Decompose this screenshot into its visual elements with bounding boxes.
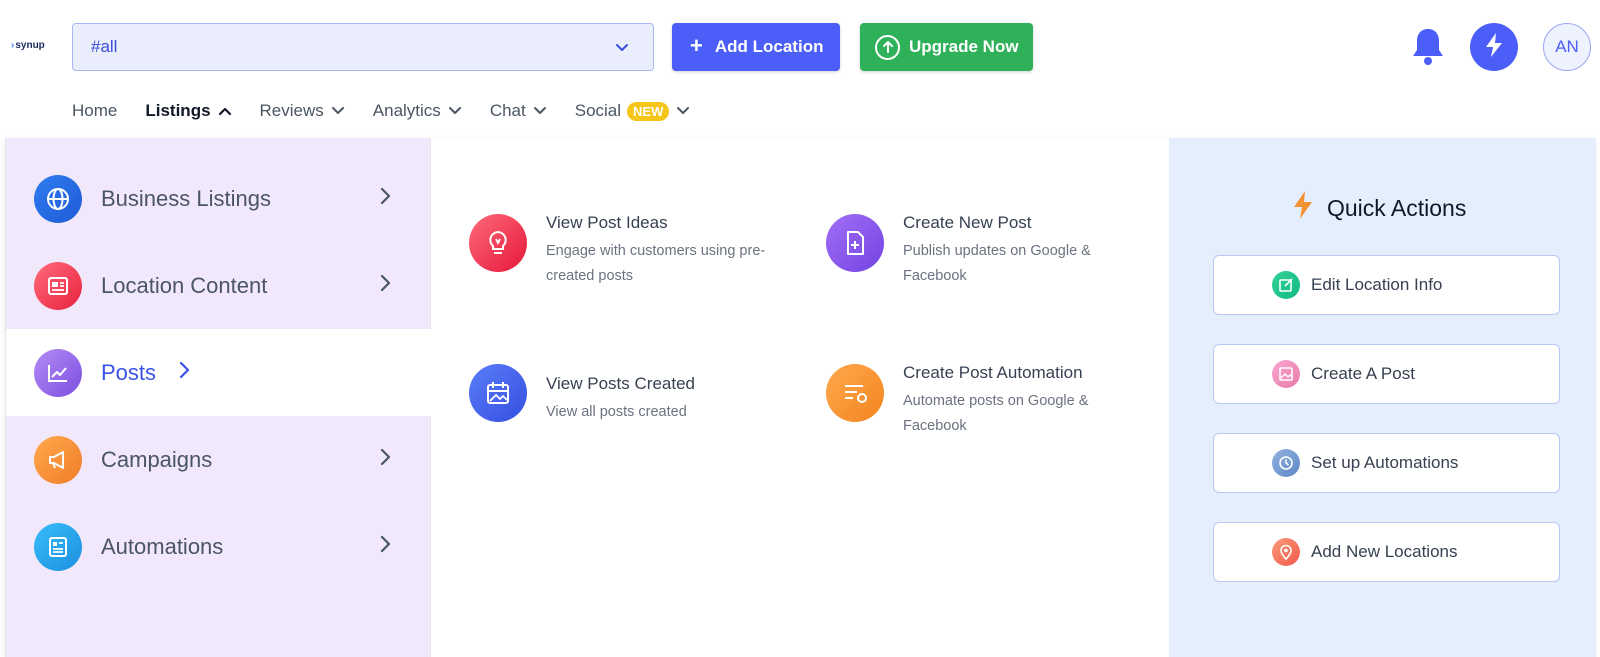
- lightbulb-icon: [469, 214, 527, 272]
- new-badge: NEW: [627, 101, 670, 121]
- chevron-down-icon: [526, 101, 547, 121]
- chevron-down-icon: [669, 101, 690, 121]
- arrow-up-circle-icon: [875, 34, 900, 60]
- location-select-value: #all: [91, 37, 118, 56]
- location-select[interactable]: #all: [72, 23, 654, 71]
- chart-line-icon: [34, 348, 82, 397]
- synup-logo[interactable]: ›synup: [11, 40, 45, 51]
- chevron-right-icon: [379, 273, 391, 298]
- bolt-button[interactable]: [1470, 23, 1518, 71]
- bolt-icon: [1484, 32, 1504, 63]
- nav-analytics[interactable]: Analytics: [373, 101, 462, 121]
- clock-icon: [1272, 449, 1300, 477]
- category-automations[interactable]: Automations: [6, 503, 431, 590]
- quick-actions-panel: Quick Actions Edit Location Info Create …: [1169, 138, 1596, 657]
- quick-actions-heading: Quick Actions: [1291, 190, 1466, 226]
- category-label: Campaigns: [101, 446, 213, 472]
- edit-icon: [1272, 271, 1300, 299]
- main-nav: Home Listings Reviews Analytics Chat Soc…: [72, 98, 718, 124]
- nav-social-label: Social: [574, 101, 622, 120]
- listings-mega-menu: Business Listings Location Content Posts…: [5, 138, 1596, 657]
- chevron-down-icon: [324, 101, 345, 121]
- calendar-image-icon: [469, 364, 527, 422]
- option-title: View Posts Created: [546, 374, 695, 393]
- upgrade-now-label: Upgrade Now: [909, 37, 1019, 56]
- megaphone-icon: [34, 435, 82, 484]
- nav-chat-label: Chat: [489, 101, 526, 120]
- quick-action-label: Create A Post: [1311, 364, 1415, 383]
- quick-action-set-up-automations[interactable]: Set up Automations: [1213, 433, 1560, 493]
- globe-icon: [34, 174, 82, 223]
- category-label: Posts: [101, 359, 157, 385]
- category-campaigns[interactable]: Campaigns: [6, 416, 431, 503]
- upgrade-now-button[interactable]: Upgrade Now: [860, 23, 1033, 71]
- nav-reviews[interactable]: Reviews: [260, 101, 345, 121]
- quick-action-create-a-post[interactable]: Create A Post: [1213, 344, 1560, 404]
- option-title: Create New Post: [903, 213, 1032, 232]
- chevron-right-icon: [379, 534, 391, 559]
- nav-chat[interactable]: Chat: [490, 101, 547, 121]
- nav-home[interactable]: Home: [72, 101, 117, 121]
- option-desc: Publish updates on Google & Facebook: [903, 243, 1091, 284]
- bell-icon[interactable]: [1410, 26, 1446, 73]
- map-pin-icon: [1272, 538, 1300, 566]
- add-location-button[interactable]: + Add Location: [672, 23, 840, 71]
- quick-action-label: Edit Location Info: [1311, 275, 1443, 294]
- bolt-icon: [1291, 190, 1327, 226]
- option-title: Create Post Automation: [903, 363, 1083, 382]
- document-icon: [34, 522, 82, 571]
- chevron-down-icon: [613, 38, 631, 61]
- option-desc: Engage with customers using pre-created …: [546, 243, 766, 284]
- avatar[interactable]: AN: [1543, 23, 1591, 71]
- nav-home-label: Home: [72, 101, 118, 120]
- image-icon: [1272, 360, 1300, 388]
- newspaper-icon: [34, 261, 82, 310]
- category-label: Business Listings: [101, 185, 271, 211]
- category-label: Location Content: [101, 272, 268, 298]
- plus-icon: +: [690, 32, 703, 58]
- nav-analytics-label: Analytics: [372, 101, 441, 120]
- option-view-post-ideas[interactable]: View Post Ideas Engage with customers us…: [469, 213, 786, 289]
- file-plus-icon: [826, 214, 884, 272]
- category-label: Automations: [101, 533, 224, 559]
- category-location-content[interactable]: Location Content: [6, 242, 431, 329]
- quick-action-label: Set up Automations: [1311, 453, 1459, 472]
- logo-text: synup: [15, 40, 45, 51]
- add-location-label: Add Location: [714, 37, 824, 56]
- chevron-down-icon: [441, 101, 462, 121]
- option-desc: Automate posts on Google & Facebook: [903, 393, 1089, 434]
- top-header: ›synup #all + Add Location Upgrade Now A…: [0, 0, 1600, 138]
- chevron-right-icon: [178, 360, 190, 385]
- category-posts[interactable]: Posts: [6, 329, 431, 416]
- chevron-right-icon: [379, 186, 391, 211]
- chevron-right-icon: [379, 447, 391, 472]
- quick-action-edit-location-info[interactable]: Edit Location Info: [1213, 255, 1560, 315]
- category-business-listings[interactable]: Business Listings: [6, 155, 431, 242]
- option-create-post-automation[interactable]: Create Post Automation Automate posts on…: [826, 363, 1143, 439]
- option-view-posts-created[interactable]: View Posts Created View all posts create…: [469, 364, 786, 425]
- quick-action-label: Add New Locations: [1311, 542, 1458, 561]
- nav-reviews-label: Reviews: [259, 101, 324, 120]
- category-list: Business Listings Location Content Posts…: [6, 138, 431, 657]
- posts-options: View Post Ideas Engage with customers us…: [432, 138, 1170, 657]
- option-create-new-post[interactable]: Create New Post Publish updates on Googl…: [826, 213, 1143, 289]
- quick-action-add-new-locations[interactable]: Add New Locations: [1213, 522, 1560, 582]
- nav-listings-label: Listings: [145, 101, 211, 120]
- list-gear-icon: [826, 364, 884, 422]
- nav-listings[interactable]: Listings: [145, 101, 231, 121]
- chevron-up-icon: [211, 101, 232, 121]
- nav-social[interactable]: Social NEW: [575, 101, 691, 121]
- quick-actions-title: Quick Actions: [1327, 194, 1467, 221]
- option-desc: View all posts created: [546, 404, 687, 420]
- option-title: View Post Ideas: [546, 213, 668, 232]
